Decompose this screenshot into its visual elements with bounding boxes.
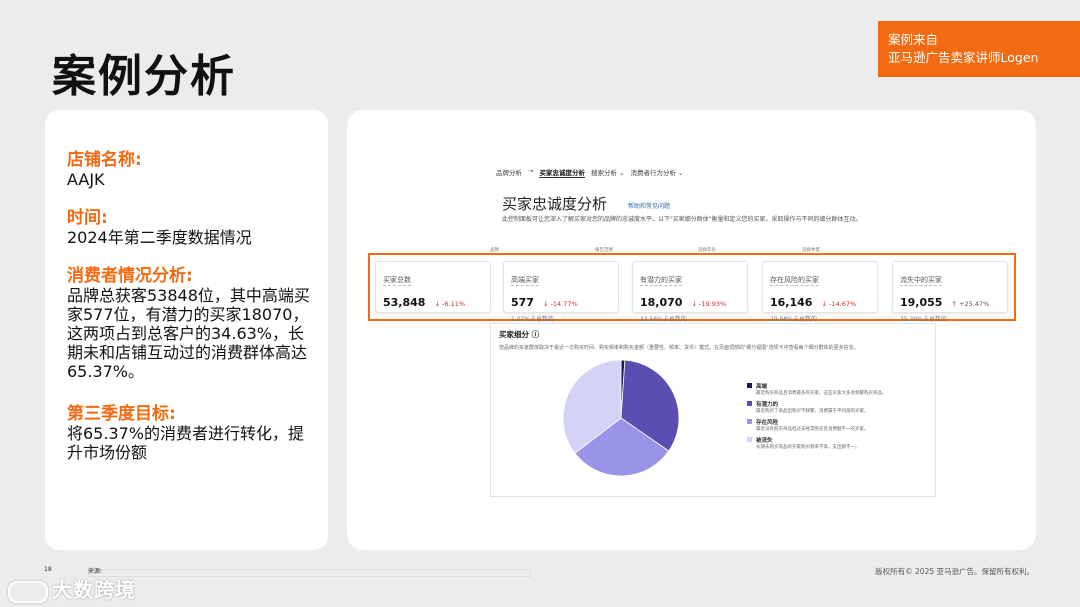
metric-value: 18,070 bbox=[640, 296, 683, 309]
crumb-search-analysis[interactable]: 搜索分析 ⌄ bbox=[591, 167, 625, 178]
watermark-logo-icon bbox=[8, 580, 48, 603]
legend-swatch bbox=[747, 419, 752, 424]
copyright: 版权所有© 2025 亚马逊广告。保留所有权利。 bbox=[875, 567, 1034, 576]
crumb-arrow-icon: → bbox=[528, 167, 534, 175]
legend-item-premium: 高端 最近购买商品且消费最多的买家。这些买家大多会频繁购买商品。 bbox=[747, 382, 927, 396]
help-link[interactable]: 帮助和常见问题 bbox=[628, 201, 670, 210]
metric-value: 16,146 bbox=[770, 296, 813, 309]
buyer-segment-panel: 买家细分 ⓘ 您品牌的买家群体取决于最近一次购买时间、购买频率和购买金额（重要性… bbox=[490, 323, 936, 497]
metric-label: 买家总数 bbox=[383, 276, 411, 286]
crumb-loyalty[interactable]: 买家忠诚度分析 bbox=[539, 167, 585, 178]
metric-value: 577 bbox=[511, 296, 534, 309]
legend-item-at-risk: 存在风险 最近没有购买商品但过去经常购买且消费额不一的买家。 bbox=[747, 418, 927, 432]
metric-share: 33.56%占总数的 bbox=[640, 316, 687, 323]
section-label: 店铺名称: bbox=[67, 150, 142, 170]
metric-card-potential-buyers[interactable]: 有潜力的买家 18,070 ↓ -19.93% 33.56%占总数的 bbox=[632, 261, 748, 323]
q3-goal-section: 第三季度目标: 将65.37%的消费者进行转化，提升市场份额 bbox=[67, 404, 317, 462]
legend-desc: 长期未购买商品的买家购买频率不高，支出额不一。 bbox=[756, 445, 860, 450]
crumb-consumer-behavior[interactable]: 消费者行为分析 ⌄ bbox=[630, 167, 683, 178]
metric-share: 1.07%占总数的 bbox=[511, 316, 555, 323]
metric-card-at-risk-buyers[interactable]: 存在风险的买家 16,146 ↓ -14.67% 29.98%占总数的 bbox=[762, 261, 878, 323]
metric-label: 流失中的买家 bbox=[900, 276, 942, 286]
crumb-brand-analytics[interactable]: 品牌分析 bbox=[496, 167, 522, 178]
section-body: AAJK bbox=[67, 170, 105, 189]
section-label: 第三季度目标: bbox=[67, 404, 176, 424]
section-label: 时间: bbox=[67, 208, 108, 228]
dashboard-title: 买家忠诚度分析 bbox=[502, 195, 608, 213]
page-title: 案例分析 bbox=[52, 51, 236, 102]
legend-name: 高端 bbox=[756, 384, 768, 390]
legend-name: 有潜力的 bbox=[756, 402, 779, 408]
legend-desc: 最近购买商品且消费最多的买家。这些买家大多会频繁购买商品。 bbox=[756, 391, 887, 396]
legend-item-churned: 被流失 长期未购买商品的买家购买频率不高，支出额不一。 bbox=[747, 436, 927, 450]
watermark: 大数跨境 bbox=[8, 574, 136, 603]
metric-value: 19,055 bbox=[900, 296, 943, 309]
dashboard-description: 此控制面板可让您深入了解买家对您的品牌的忠诚度水平。以下"买家细分群体"衡量和定… bbox=[502, 216, 862, 223]
metric-label: 高端买家 bbox=[511, 276, 539, 286]
section-body: 品牌总获客53848位，其中高端买家577位，有潜力的买家18070，这两项占到… bbox=[67, 286, 310, 381]
metric-change: ↓ -19.93% bbox=[691, 300, 727, 308]
legend-swatch bbox=[747, 383, 752, 388]
segment-legend: 高端 最近购买商品且消费最多的买家。这些买家大多会频繁购买商品。 有潜力的 最近… bbox=[747, 382, 927, 454]
source-tag-line-2: 亚马逊广告卖家讲师Logen bbox=[888, 50, 1039, 65]
metric-label: 有潜力的买家 bbox=[640, 276, 682, 286]
legend-item-potential: 有潜力的 最近购买了商品但购买不频繁，消费属于平均值的买家。 bbox=[747, 400, 927, 414]
metric-share: 35.39%占总数的 bbox=[900, 316, 947, 323]
segment-description: 您品牌的买家群体取决于最近一次购买时间、购买频率和购买金额（重要性、频率、货币）… bbox=[499, 345, 859, 351]
metric-card-premium-buyers[interactable]: 高端买家 577 ↓ -14.77% 1.07%占总数的 bbox=[503, 261, 619, 323]
section-body: 将65.37%的消费者进行转化，提升市场份额 bbox=[67, 424, 305, 462]
metric-change: ↓ -14.77% bbox=[543, 300, 578, 308]
metric-change: ↑ +25.47% bbox=[951, 300, 990, 308]
metrics-highlight-frame: 买家总数 53,848 ↓ -6.11% 高端买家 577 ↓ -14.77% … bbox=[368, 253, 1016, 323]
time-section: 时间: 2024年第二季度数据情况 bbox=[67, 208, 317, 247]
legend-name: 被流失 bbox=[756, 438, 773, 444]
metric-change: ↓ -6.11% bbox=[434, 300, 466, 308]
legend-name: 存在风险 bbox=[756, 420, 779, 426]
metric-card-churning-buyers[interactable]: 流失中的买家 19,055 ↑ +25.47% 35.39%占总数的 bbox=[892, 261, 1008, 323]
source-tag-line-1: 案例来自 bbox=[888, 32, 939, 47]
legend-desc: 最近购买了商品但购买不频繁，消费属于平均值的买家。 bbox=[756, 409, 869, 414]
metric-share: 29.98%占总数的 bbox=[770, 316, 817, 323]
breadcrumb: 品牌分析 → 买家忠诚度分析 搜索分析 ⌄ 消费者行为分析 ⌄ bbox=[496, 167, 683, 178]
section-body: 2024年第二季度数据情况 bbox=[67, 228, 252, 247]
metric-label: 存在风险的买家 bbox=[770, 276, 819, 286]
metric-card-total-buyers[interactable]: 买家总数 53,848 ↓ -6.11% bbox=[375, 261, 491, 313]
store-name-section: 店铺名称: AAJK bbox=[67, 150, 317, 189]
consumer-analysis-section: 消费者情况分析: 品牌总获客53848位，其中高端买家577位，有潜力的买家18… bbox=[67, 266, 317, 381]
page-number: 18 bbox=[44, 566, 52, 573]
metric-value: 53,848 bbox=[383, 296, 426, 309]
legend-desc: 最近没有购买商品但过去经常购买且消费额不一的买家。 bbox=[756, 427, 869, 432]
segment-pie-chart bbox=[562, 359, 680, 477]
legend-swatch bbox=[747, 401, 752, 406]
source-box bbox=[88, 569, 531, 577]
metric-change: ↓ -14.67% bbox=[821, 300, 857, 308]
section-label: 消费者情况分析: bbox=[67, 266, 193, 286]
legend-swatch bbox=[747, 437, 752, 442]
segment-title: 买家细分 ⓘ bbox=[499, 330, 540, 339]
case-info-card: 店铺名称: AAJK 时间: 2024年第二季度数据情况 消费者情况分析: 品牌… bbox=[45, 110, 328, 550]
source-tag: 案例来自 亚马逊广告卖家讲师Logen bbox=[878, 21, 1080, 77]
watermark-text: 大数跨境 bbox=[52, 578, 136, 602]
